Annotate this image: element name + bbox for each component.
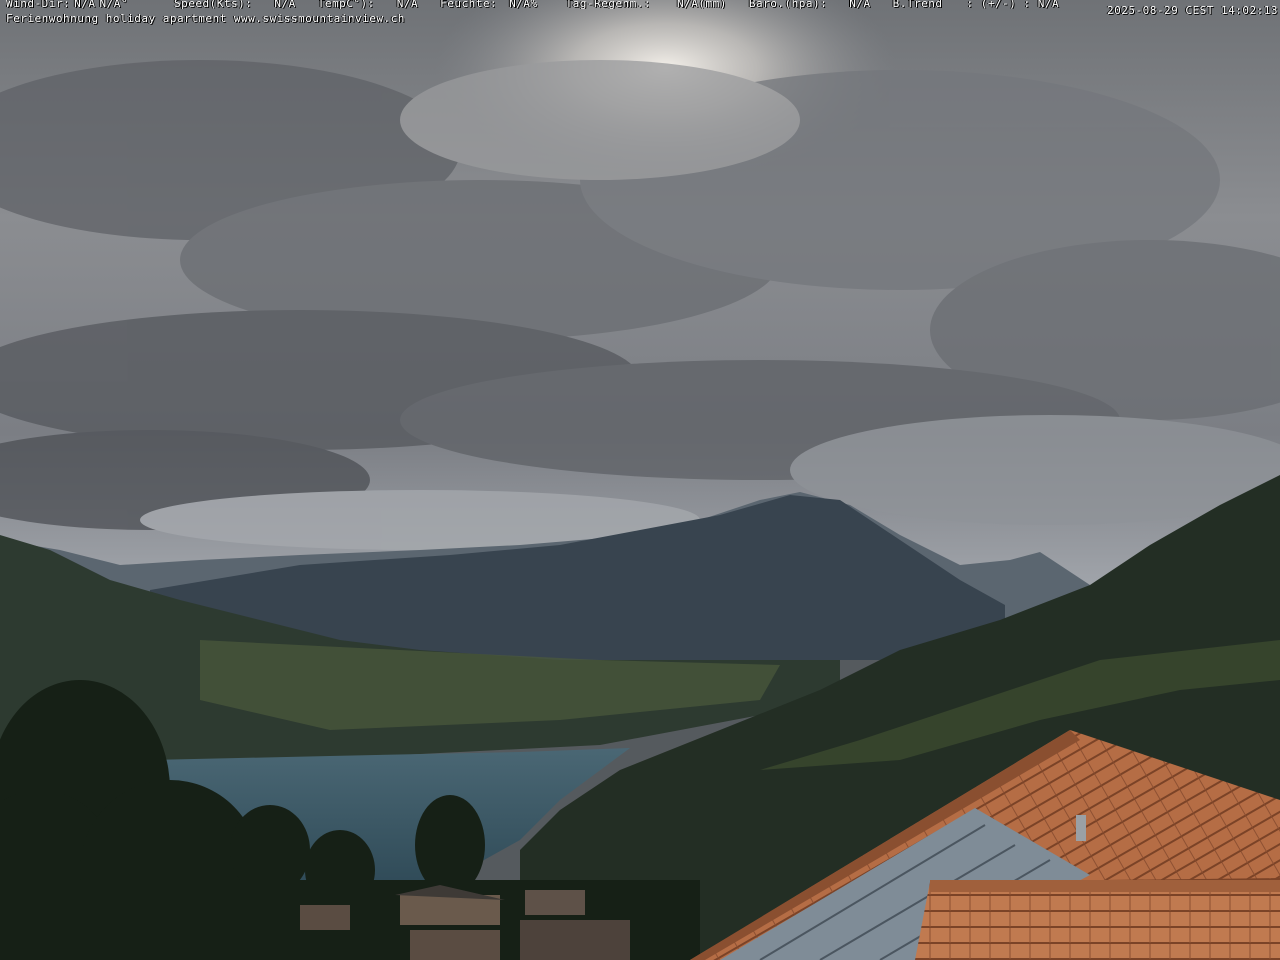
webcam-image: [0, 0, 1280, 960]
landscape-view: [0, 0, 1280, 960]
